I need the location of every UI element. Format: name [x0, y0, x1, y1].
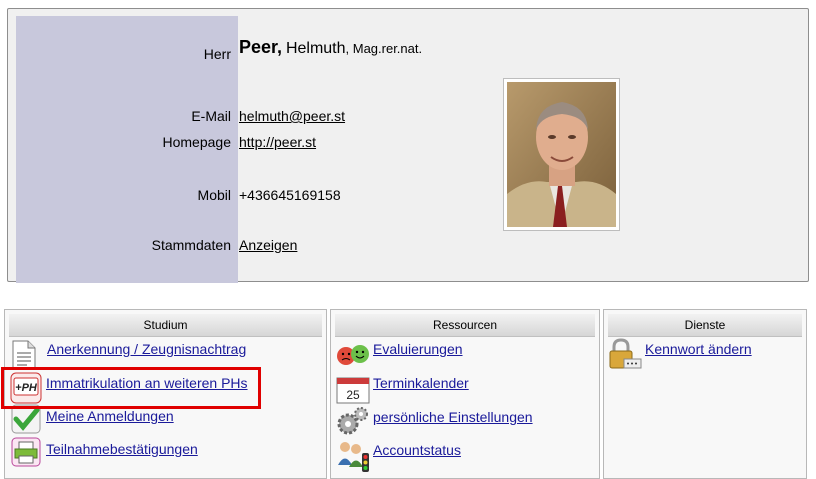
calendar-icon: 25: [336, 376, 370, 409]
last-name: Peer,: [239, 37, 283, 57]
mobile-value: +436645169158: [239, 187, 341, 203]
mobile-label: Mobil: [197, 187, 231, 203]
smiley-faces-icon: [336, 344, 370, 371]
studium-item-teilnahme[interactable]: Teilnahmebestätigungen: [46, 441, 198, 457]
stammdaten-label: Stammdaten: [151, 237, 231, 253]
users-traffic-light-icon: [336, 439, 370, 478]
studium-item-anmeldungen[interactable]: Meine Anmeldungen: [46, 408, 174, 424]
panel-dienste-title: Dienste: [608, 314, 802, 337]
panel-ressourcen-title: Ressourcen: [335, 314, 595, 337]
ressourcen-item-terminkalender[interactable]: Terminkalender: [373, 375, 469, 391]
homepage-label: Homepage: [162, 134, 232, 150]
homepage-link[interactable]: http://peer.st: [239, 134, 316, 150]
ressourcen-item-einstellungen[interactable]: persönliche Einstellungen: [373, 409, 533, 425]
academic-title: , Mag.rer.nat.: [345, 41, 423, 56]
salutation-label: Herr: [203, 46, 231, 62]
highlight-box: [1, 367, 261, 409]
profile-photo: [503, 78, 620, 231]
profile-card: Herr Peer, Helmuth, Mag.rer.nat. E-Mail …: [7, 8, 809, 283]
email-label: E-Mail: [191, 108, 231, 124]
panel-ressourcen: Ressourcen: [330, 309, 600, 479]
gears-icon: [336, 406, 370, 441]
full-name: Peer, Helmuth, Mag.rer.nat.: [239, 37, 422, 58]
padlock-icon: [608, 338, 642, 375]
ressourcen-item-accountstatus[interactable]: Accountstatus: [373, 442, 461, 458]
stammdaten-link[interactable]: Anzeigen: [239, 237, 297, 253]
studium-item-anerkennung[interactable]: Anerkennung / Zeugnisnachtrag: [47, 341, 246, 357]
first-name: Helmuth: [285, 40, 346, 57]
dienste-item-kennwort[interactable]: Kennwort ändern: [645, 341, 752, 357]
email-link[interactable]: helmuth@peer.st: [239, 108, 345, 124]
ressourcen-item-evaluierungen[interactable]: Evaluierungen: [373, 341, 463, 357]
calendar-day: 25: [346, 388, 360, 402]
panel-studium-title: Studium: [9, 314, 322, 337]
panel-dienste: Dienste: [603, 309, 807, 479]
printer-icon: [11, 437, 41, 472]
checkmark-icon: [11, 404, 41, 439]
